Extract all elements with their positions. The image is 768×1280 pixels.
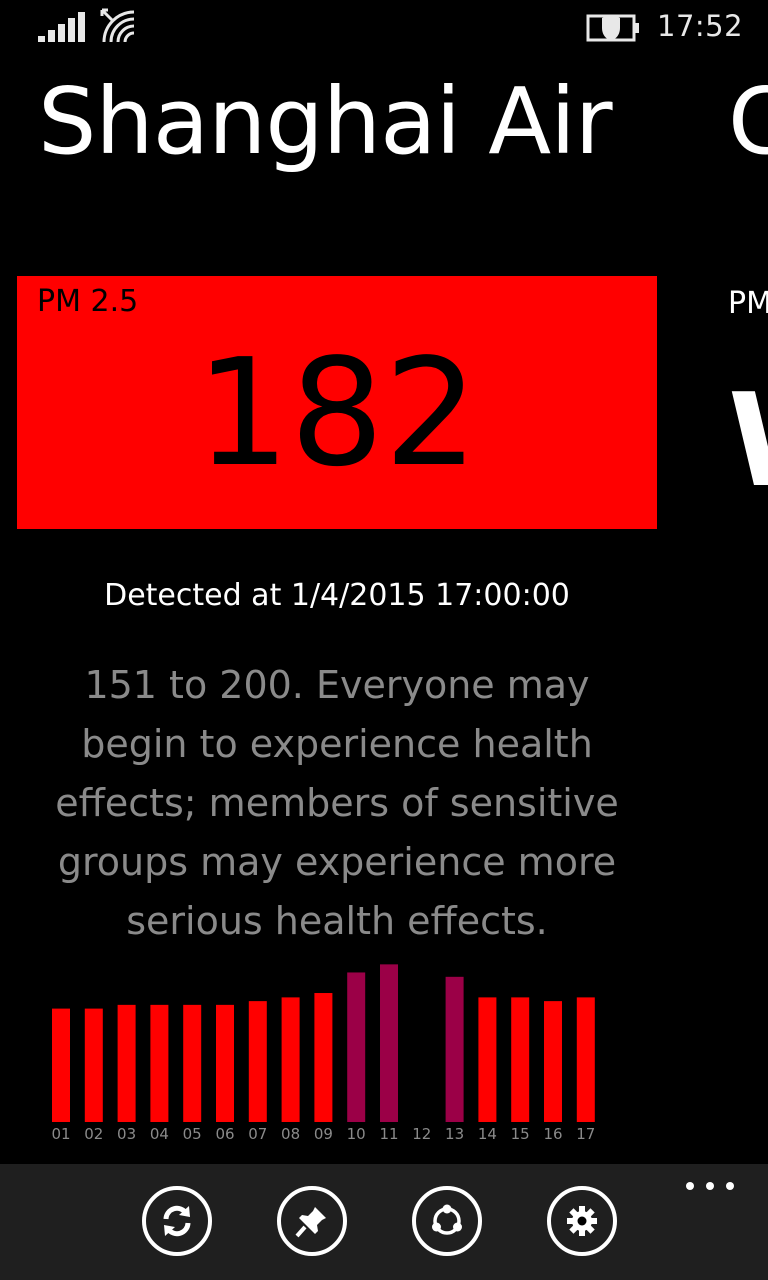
- chart-bar-11: [380, 964, 398, 1122]
- chart-tick-label: 12: [412, 1125, 431, 1143]
- chart-tick-label: 03: [117, 1125, 136, 1143]
- next-panel-title[interactable]: C: [728, 68, 768, 175]
- refresh-icon: [163, 1205, 191, 1237]
- signal-strength-icon: [38, 12, 86, 42]
- chart-tick-label: 05: [183, 1125, 202, 1143]
- health-description: 151 to 200. Everyone may begin to experi…: [55, 663, 619, 943]
- chart-bar-02: [84, 1008, 103, 1122]
- share-icon: [432, 1204, 462, 1235]
- more-dot-icon: [706, 1182, 714, 1190]
- chart-tick-label: 13: [445, 1125, 464, 1143]
- chart-tick-label: 07: [248, 1125, 267, 1143]
- next-panel-value: W: [728, 372, 768, 512]
- chart-bar-05: [183, 1004, 202, 1122]
- next-panel-label: PM: [728, 286, 768, 321]
- chart-bar-10: [347, 972, 366, 1122]
- pm25-value: 182: [195, 327, 479, 499]
- detected-timestamp: Detected at 1/4/2015 17:00:00: [104, 578, 570, 613]
- chart-bar-09: [314, 993, 333, 1122]
- hourly-pm25-chart: 01 02 03 04 05 06 07 08 09 10 11 12 13 14 15 16 17: [51, 964, 595, 1143]
- chart-tick-label: 08: [281, 1125, 300, 1143]
- status-clock: 17:52: [657, 9, 744, 43]
- chart-tick-label: 02: [84, 1125, 103, 1143]
- chart-bar-04: [150, 1004, 169, 1122]
- refresh-button[interactable]: [142, 1186, 212, 1256]
- wifi-icon: [100, 8, 135, 43]
- gear-icon: [567, 1206, 597, 1236]
- chart-tick-label: 17: [576, 1125, 595, 1143]
- pm25-label: PM 2.5: [37, 284, 139, 319]
- more-options-button[interactable]: [686, 1182, 734, 1194]
- chart-bar-15: [511, 997, 530, 1122]
- app-title: Shanghai Air: [38, 68, 613, 175]
- chart-bar-07: [248, 1001, 267, 1122]
- chart-tick-label: 16: [543, 1125, 562, 1143]
- pin-icon: [295, 1207, 326, 1238]
- more-dot-icon: [726, 1182, 734, 1190]
- chart-tick-label: 10: [347, 1125, 366, 1143]
- chart-tick-label: 04: [150, 1125, 169, 1143]
- chart-tick-label: 15: [511, 1125, 530, 1143]
- chart-tick-label: 11: [379, 1125, 398, 1143]
- pm25-tile[interactable]: PM 2.5 182: [17, 276, 657, 529]
- chart-bar-03: [117, 1004, 136, 1122]
- app-bar: [0, 1164, 768, 1280]
- chart-bar-13: [445, 976, 464, 1122]
- chart-bar-01: [52, 1008, 70, 1122]
- chart-tick-label: 14: [478, 1125, 497, 1143]
- more-dot-icon: [686, 1182, 694, 1190]
- pin-button[interactable]: [277, 1186, 347, 1256]
- chart-bar-16: [544, 1001, 562, 1122]
- chart-bar-06: [216, 1004, 234, 1122]
- chart-tick-label: 01: [51, 1125, 70, 1143]
- chart-bar-08: [281, 997, 300, 1122]
- status-bar: 17:52: [0, 0, 768, 56]
- chart-tick-label: 09: [314, 1125, 333, 1143]
- chart-bar-17: [576, 997, 595, 1122]
- settings-button[interactable]: [547, 1186, 617, 1256]
- share-button[interactable]: [412, 1186, 482, 1256]
- battery-saver-icon: [586, 14, 639, 42]
- chart-tick-label: 06: [215, 1125, 234, 1143]
- chart-bar-14: [478, 997, 497, 1122]
